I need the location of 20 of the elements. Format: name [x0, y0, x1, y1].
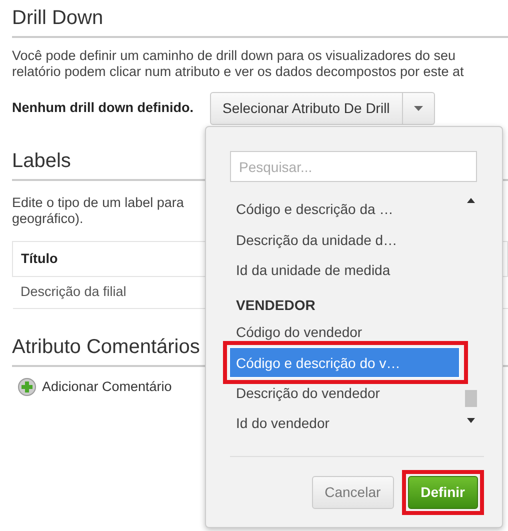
add-comment-link[interactable]: Adicionar Comentário	[42, 376, 172, 397]
cancel-button[interactable]: Cancelar	[312, 476, 394, 509]
paragraph-line: relatório podem clicar num atributo e ver os dados decompostos por este at	[12, 64, 464, 80]
paragraph-line: geográfico).	[12, 211, 84, 227]
list-item[interactable]: Id do vendedor	[230, 408, 461, 438]
add-icon[interactable]	[18, 378, 36, 396]
search-field[interactable]: Pesquisar...	[230, 151, 477, 182]
paragraph-line: Edite o tipo de um label para	[12, 195, 184, 211]
section-heading: Drill Down	[12, 6, 508, 38]
list-item[interactable]: Código e descrição do v…	[229, 347, 460, 378]
scroll-down-icon[interactable]	[467, 418, 475, 423]
dropdown-toggle-button[interactable]	[402, 92, 435, 125]
list-item[interactable]: Código e descrição da …	[230, 194, 461, 224]
caret-icon	[414, 106, 423, 111]
list-item[interactable]: Descrição do vendedor	[230, 378, 461, 408]
paragraph-line: Você pode definir um caminho de drill down para os visualizadores do seu	[12, 48, 456, 64]
select-attribute-button[interactable]: Selecionar Atributo De Drill	[210, 92, 403, 125]
scroll-up-icon[interactable]	[467, 198, 475, 203]
scrollbar-thumb[interactable]	[465, 390, 477, 407]
status-text: Nenhum drill down definido.	[12, 99, 194, 118]
